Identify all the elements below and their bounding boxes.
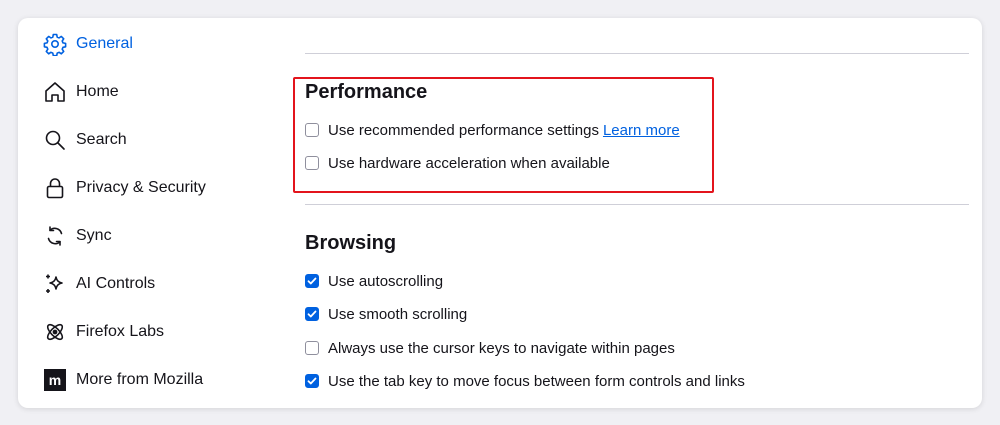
autoscrolling-checkbox[interactable] (305, 274, 319, 288)
preferences-window: General Home Search Privacy & Security S… (18, 18, 982, 408)
checkmark-icon (307, 310, 317, 318)
sidebar-item-label: Home (76, 83, 119, 100)
cursor-keys-option: Always use the cursor keys to navigate w… (305, 338, 675, 358)
option-label: Use the tab key to move focus between fo… (328, 372, 745, 390)
cursor-keys-checkbox[interactable] (305, 341, 319, 355)
divider (305, 53, 969, 54)
sidebar-item-home[interactable]: Home (42, 75, 252, 109)
divider (305, 204, 969, 205)
tab-focus-checkbox[interactable] (305, 374, 319, 388)
sidebar-item-privacy[interactable]: Privacy & Security (42, 171, 252, 205)
sidebar-item-label: Search (76, 131, 127, 148)
smooth-scrolling-option: Use smooth scrolling (305, 304, 467, 324)
sidebar-item-more-from-mozilla[interactable]: m More from Mozilla (42, 363, 252, 397)
autoscrolling-option: Use autoscrolling (305, 271, 443, 291)
browsing-title: Browsing (305, 232, 397, 254)
sidebar-item-ai-controls[interactable]: AI Controls (42, 267, 252, 301)
smooth-scrolling-checkbox[interactable] (305, 307, 319, 321)
checkmark-icon (307, 277, 317, 285)
option-label: Always use the cursor keys to navigate w… (328, 339, 675, 357)
sidebar: General Home Search Privacy & Security S… (18, 18, 258, 408)
sidebar-item-label: Firefox Labs (76, 323, 165, 340)
sidebar-item-sync[interactable]: Sync (42, 219, 252, 253)
sidebar-item-label: Sync (76, 227, 112, 244)
sidebar-item-general[interactable]: General (42, 27, 252, 61)
sync-icon (42, 223, 68, 249)
option-label: Use autoscrolling (328, 272, 444, 290)
highlight-box (293, 77, 714, 193)
sidebar-item-firefox-labs[interactable]: Firefox Labs (42, 315, 252, 349)
sparkle-icon (42, 271, 68, 297)
sidebar-item-label: More from Mozilla (76, 371, 204, 388)
sidebar-item-label: General (76, 35, 133, 52)
checkmark-icon (307, 377, 317, 385)
lock-icon (42, 175, 68, 201)
sidebar-item-label: AI Controls (76, 275, 156, 292)
search-icon (42, 127, 68, 153)
mozilla-icon: m (42, 367, 68, 393)
sidebar-item-label: Privacy & Security (76, 179, 206, 196)
home-icon (42, 79, 68, 105)
option-label: Use smooth scrolling (328, 305, 468, 323)
gear-icon (42, 31, 68, 57)
svg-text:m: m (49, 372, 61, 388)
tab-focus-option: Use the tab key to move focus between fo… (305, 371, 745, 391)
flask-icon (42, 319, 68, 345)
sidebar-item-search[interactable]: Search (42, 123, 252, 157)
